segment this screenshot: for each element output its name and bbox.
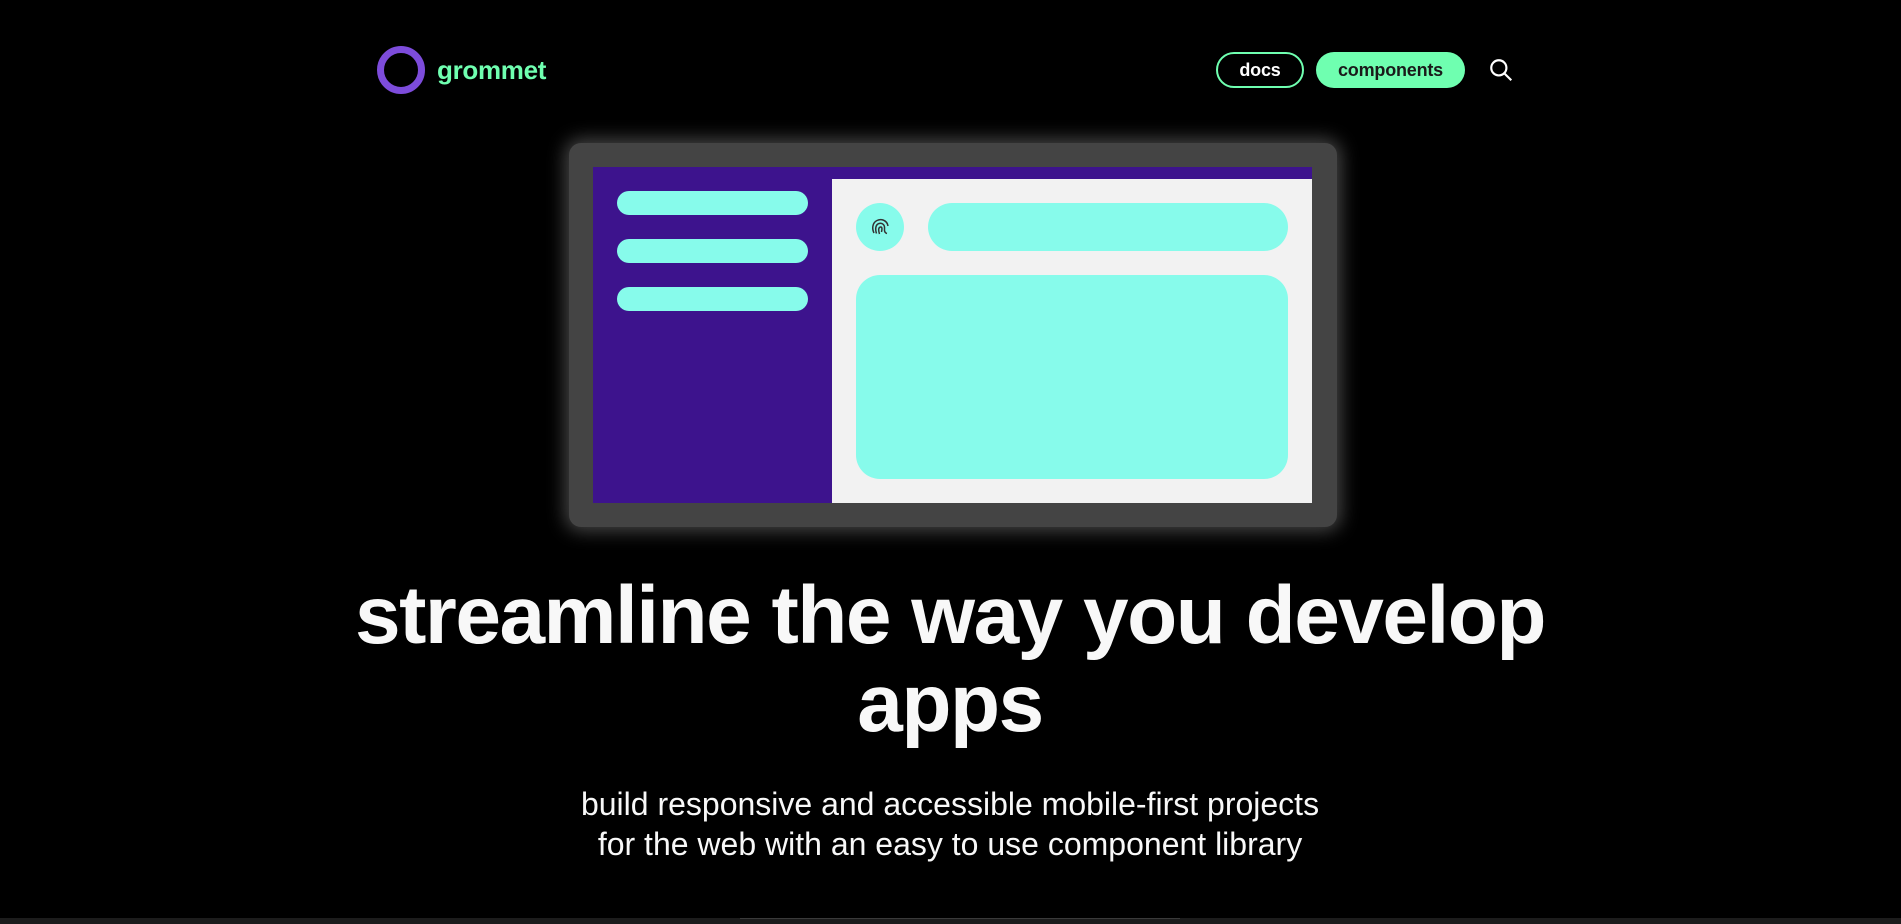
hero-subheading-line-1: build responsive and accessible mobile-f… xyxy=(580,786,1320,822)
illustration-screen xyxy=(593,167,1312,503)
illustration-content-card xyxy=(856,275,1288,479)
illustration-search-bar xyxy=(928,203,1288,251)
next-section-edge xyxy=(0,918,1901,924)
brand-name: grommet xyxy=(437,54,547,85)
hero-headline: streamline the way you develop apps xyxy=(355,570,1546,749)
hero-subheading-line-2: for the web with an easy to use componen… xyxy=(597,826,1303,862)
illustration-nav-item xyxy=(617,287,808,311)
brand-home-link[interactable]: grommet xyxy=(377,46,546,94)
illustration-nav-item xyxy=(617,239,808,263)
site-header: grommet docs components xyxy=(377,46,1517,94)
illustration-sidebar xyxy=(593,167,832,503)
illustration-nav-item xyxy=(617,191,808,215)
app-illustration xyxy=(569,143,1337,527)
main-nav: docs components xyxy=(1216,46,1517,94)
next-section-edge-highlight xyxy=(740,918,1180,924)
search-icon[interactable] xyxy=(1485,54,1517,86)
fingerprint-icon xyxy=(856,203,904,251)
docs-button[interactable]: docs xyxy=(1216,52,1304,88)
hero-subheading: build responsive and accessible mobile-f… xyxy=(500,784,1400,864)
grommet-logo-icon xyxy=(377,46,425,94)
components-button[interactable]: components xyxy=(1316,52,1465,88)
